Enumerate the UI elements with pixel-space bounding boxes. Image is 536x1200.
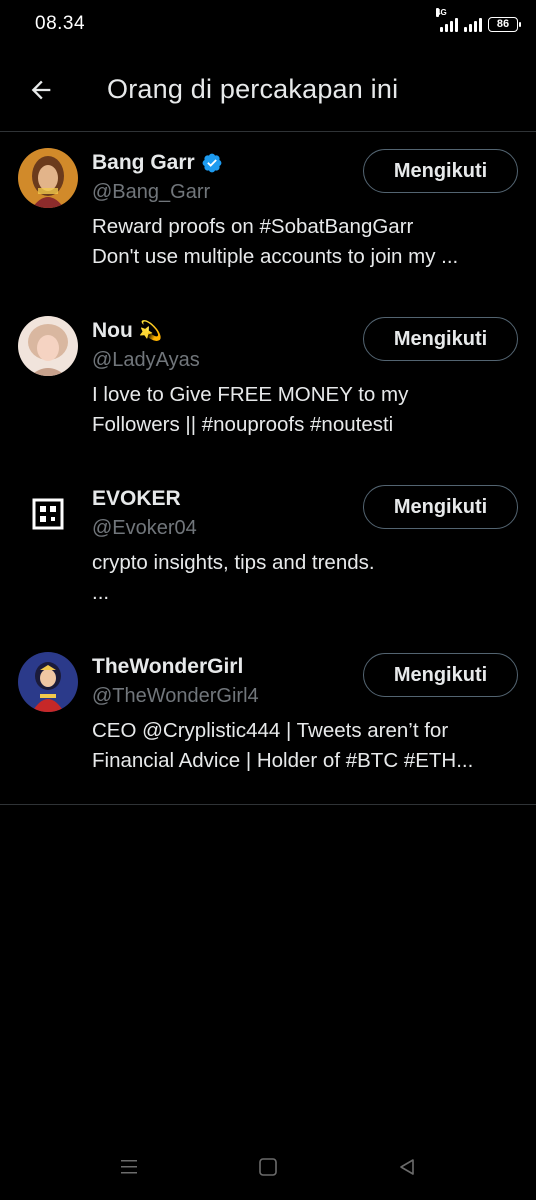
- user-bio: Reward proofs on #SobatBangGarr Don't us…: [92, 215, 459, 268]
- user-row[interactable]: Bang Garr @Bang_Garr Reward proofs on #S…: [0, 132, 536, 300]
- status-bar: 08.34 4G 86: [0, 0, 536, 48]
- home-button[interactable]: [248, 1147, 288, 1187]
- following-button[interactable]: Mengikuti: [363, 485, 518, 529]
- avatar[interactable]: [18, 148, 78, 208]
- avatar[interactable]: [18, 652, 78, 712]
- user-row[interactable]: TheWonderGirl @TheWonderGirl4 CEO @Crypl…: [0, 636, 536, 804]
- signal-icon: 4G: [436, 8, 458, 32]
- user-row[interactable]: EVOKER @Evoker04 crypto insights, tips a…: [0, 468, 536, 636]
- arrow-left-icon: [31, 80, 51, 99]
- user-row[interactable]: Nou 💫 @LadyAyas I love to Give FREE MONE…: [0, 300, 536, 468]
- display-name[interactable]: EVOKER: [92, 487, 181, 511]
- following-button[interactable]: Mengikuti: [363, 149, 518, 193]
- status-time: 08.34: [35, 13, 86, 34]
- back-nav-button[interactable]: [387, 1147, 427, 1187]
- menu-icon: [121, 1160, 138, 1174]
- avatar[interactable]: [18, 484, 78, 544]
- verified-badge-icon: [202, 153, 222, 173]
- display-name[interactable]: Bang Garr: [92, 151, 195, 175]
- following-button[interactable]: Mengikuti: [363, 653, 518, 697]
- back-button[interactable]: [11, 60, 71, 120]
- display-name[interactable]: Nou: [92, 319, 133, 343]
- user-bio: I love to Give FREE MONEY to my Follower…: [92, 383, 409, 436]
- network-type-label: 4G: [436, 8, 447, 17]
- following-button[interactable]: Mengikuti: [363, 317, 518, 361]
- display-name[interactable]: TheWonderGirl: [92, 655, 243, 679]
- avatar[interactable]: [18, 316, 78, 376]
- back-triangle-icon: [399, 1159, 414, 1175]
- status-icons: 4G 86: [436, 8, 521, 32]
- home-square-icon: [259, 1158, 277, 1176]
- signal-icon-secondary: [464, 16, 482, 32]
- battery-level: 86: [496, 18, 510, 30]
- recent-apps-button[interactable]: [109, 1147, 149, 1187]
- user-list: Bang Garr @Bang_Garr Reward proofs on #S…: [0, 132, 536, 805]
- page-title: Orang di percakapan ini: [107, 74, 399, 104]
- user-bio: crypto insights, tips and trends. ...: [92, 551, 375, 604]
- page-header: Orang di percakapan ini: [0, 48, 536, 132]
- user-bio: CEO @Cryplistic444 | Tweets aren’t for F…: [92, 719, 474, 772]
- battery-icon: 86: [488, 16, 521, 32]
- dizzy-emoji-icon: 💫: [138, 321, 163, 342]
- system-nav-bar: [0, 1134, 536, 1200]
